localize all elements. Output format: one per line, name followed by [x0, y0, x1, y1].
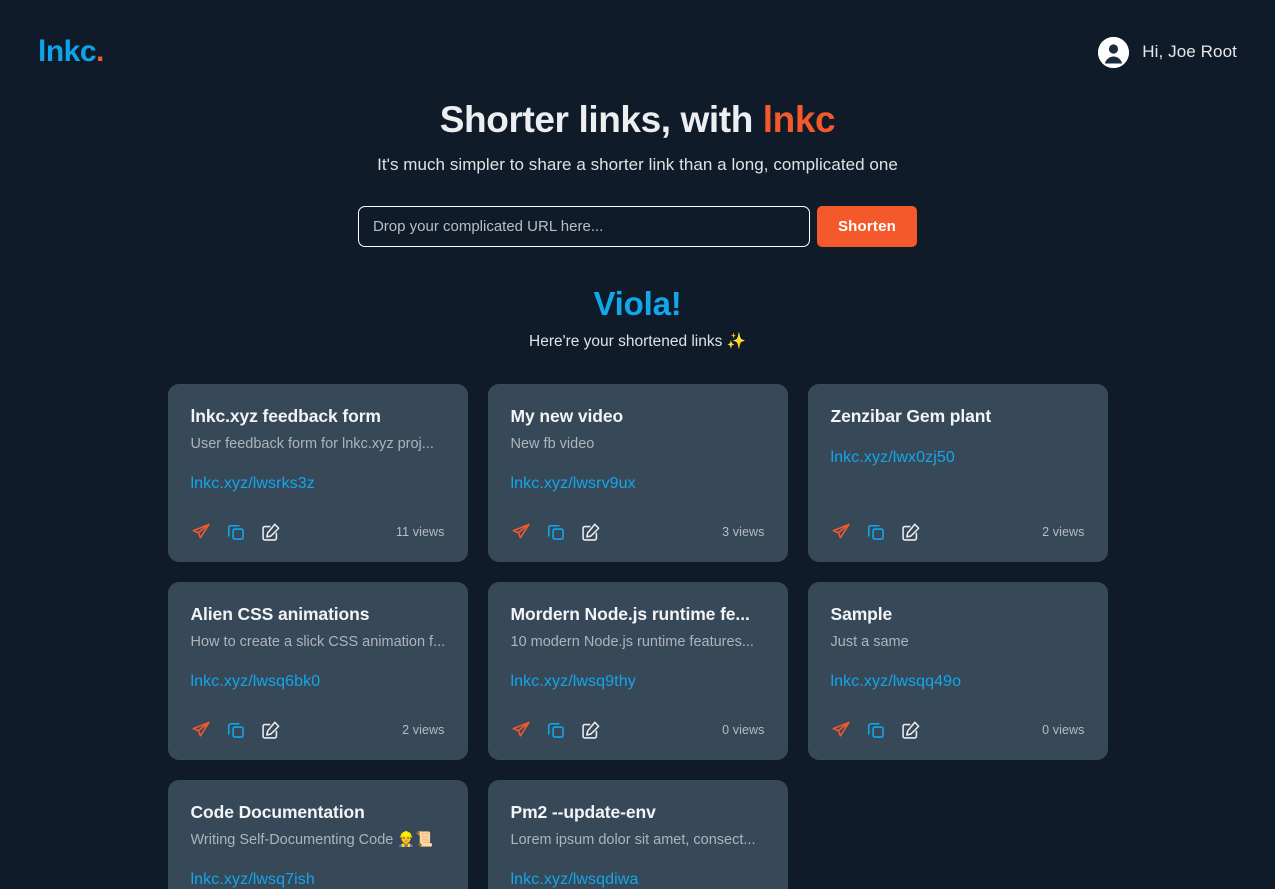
edit-icon[interactable] — [261, 521, 282, 542]
link-card-url[interactable]: lnkc.xyz/lwx0zj50 — [831, 449, 1085, 467]
link-card-url[interactable]: lnkc.xyz/lwsrks3z — [191, 475, 445, 493]
link-card-footer: 0 views — [831, 693, 1085, 740]
send-icon[interactable] — [191, 521, 212, 542]
link-card[interactable]: Pm2 --update-env Lorem ipsum dolor sit a… — [487, 780, 788, 889]
send-icon[interactable] — [831, 719, 852, 740]
link-card-title: Pm2 --update-env — [510, 802, 656, 823]
shorten-button[interactable]: Shorten — [816, 206, 918, 248]
link-card[interactable]: Zenzibar Gem plant lnkc.xyz/lwx0zj50 2 v… — [807, 384, 1108, 563]
copy-icon[interactable] — [546, 719, 567, 740]
edit-icon[interactable] — [261, 719, 282, 740]
link-card-description: New fb video — [510, 436, 595, 453]
link-card-title: lnkc.xyz feedback form — [190, 406, 381, 427]
link-card-actions — [511, 719, 602, 740]
links-grid: lnkc.xyz feedback form User feedback for… — [167, 384, 1108, 889]
link-card-url[interactable]: lnkc.xyz/lwsq7ish — [191, 871, 445, 889]
send-icon[interactable] — [511, 719, 532, 740]
user-circle-icon — [1098, 36, 1130, 68]
copy-icon[interactable] — [226, 521, 247, 542]
hero-section: Shorter links, with lnkc It's much simpl… — [0, 98, 1275, 248]
hero-subtitle: It's much simpler to share a shorter lin… — [377, 155, 898, 175]
link-card-views: 11 views — [395, 524, 445, 539]
copy-icon[interactable] — [546, 521, 567, 542]
user-menu[interactable]: Hi, Joe Root — [1098, 36, 1237, 68]
page-title: Shorter links, with lnkc — [0, 98, 1275, 142]
results-title: Viola! — [593, 285, 682, 323]
link-card-description: User feedback form for lnkc.xyz proj... — [190, 436, 434, 453]
shorten-form: Shorten — [0, 206, 1275, 248]
link-card-description: Just a same — [830, 634, 909, 651]
link-card[interactable]: Code Documentation Writing Self-Document… — [167, 780, 468, 889]
link-card-actions — [511, 521, 602, 542]
copy-icon[interactable] — [866, 521, 887, 542]
send-icon[interactable] — [831, 521, 852, 542]
link-card-actions — [191, 719, 282, 740]
link-card-footer: 2 views — [191, 693, 445, 740]
url-input[interactable] — [357, 206, 810, 248]
link-card-footer: 2 views — [831, 495, 1085, 542]
link-card-title: Alien CSS animations — [190, 604, 370, 625]
link-card-title: Code Documentation — [190, 802, 365, 823]
hero-title-brand: lnkc — [762, 99, 836, 140]
edit-icon[interactable] — [901, 521, 922, 542]
link-card-description: Writing Self-Documenting Code 👷📜 — [190, 832, 434, 849]
link-card-title: Sample — [830, 604, 893, 625]
link-card-views: 2 views — [402, 722, 445, 737]
link-card-actions — [191, 521, 282, 542]
edit-icon[interactable] — [901, 719, 922, 740]
send-icon[interactable] — [191, 719, 212, 740]
link-card-url[interactable]: lnkc.xyz/lwsq6bk0 — [191, 673, 445, 691]
link-card-actions — [831, 521, 922, 542]
edit-icon[interactable] — [581, 521, 602, 542]
copy-icon[interactable] — [226, 719, 247, 740]
link-card-views: 0 views — [722, 722, 765, 737]
link-card[interactable]: My new video New fb video lnkc.xyz/lwsrv… — [487, 384, 788, 563]
link-card-description: 10 modern Node.js runtime features... — [510, 634, 754, 651]
link-card-footer: 0 views — [511, 693, 765, 740]
link-card-url[interactable]: lnkc.xyz/lwsrv9ux — [511, 475, 765, 493]
link-card-description: Lorem ipsum dolor sit amet, consect... — [510, 832, 756, 849]
link-card-title: Mordern Node.js runtime fe... — [510, 604, 750, 625]
send-icon[interactable] — [511, 521, 532, 542]
link-card-title: Zenzibar Gem plant — [830, 406, 992, 427]
app-logo[interactable]: lnkc. — [38, 37, 104, 67]
link-card-description: How to create a slick CSS animation f... — [190, 634, 445, 651]
link-card[interactable]: Mordern Node.js runtime fe... 10 modern … — [487, 582, 788, 761]
link-card-title: My new video — [510, 406, 624, 427]
link-card-url[interactable]: lnkc.xyz/lwsq9thy — [511, 673, 765, 691]
logo-text: lnkc — [38, 35, 97, 68]
copy-icon[interactable] — [866, 719, 887, 740]
results-header: Viola! Here're your shortened links ✨ — [0, 285, 1275, 351]
user-greeting: Hi, Joe Root — [1142, 42, 1237, 61]
app-header: lnkc. Hi, Joe Root — [0, 0, 1275, 104]
link-card[interactable]: Sample Just a same lnkc.xyz/lwsqq49o 0 v… — [807, 582, 1108, 761]
link-card-views: 0 views — [1042, 722, 1085, 737]
link-card-url[interactable]: lnkc.xyz/lwsqdiwa — [511, 871, 765, 889]
link-card-views: 3 views — [722, 524, 765, 539]
edit-icon[interactable] — [581, 719, 602, 740]
results-subtitle: Here're your shortened links ✨ — [529, 333, 746, 351]
link-card-footer: 11 views — [191, 495, 445, 542]
link-card-footer: 3 views — [511, 495, 765, 542]
link-card[interactable]: Alien CSS animations How to create a sli… — [167, 582, 468, 761]
link-card-actions — [831, 719, 922, 740]
link-card-url[interactable]: lnkc.xyz/lwsqq49o — [831, 673, 1085, 691]
link-card-views: 2 views — [1042, 524, 1085, 539]
logo-dot: . — [96, 35, 104, 68]
hero-title-prefix: Shorter links, with — [439, 99, 763, 140]
link-card[interactable]: lnkc.xyz feedback form User feedback for… — [167, 384, 468, 563]
